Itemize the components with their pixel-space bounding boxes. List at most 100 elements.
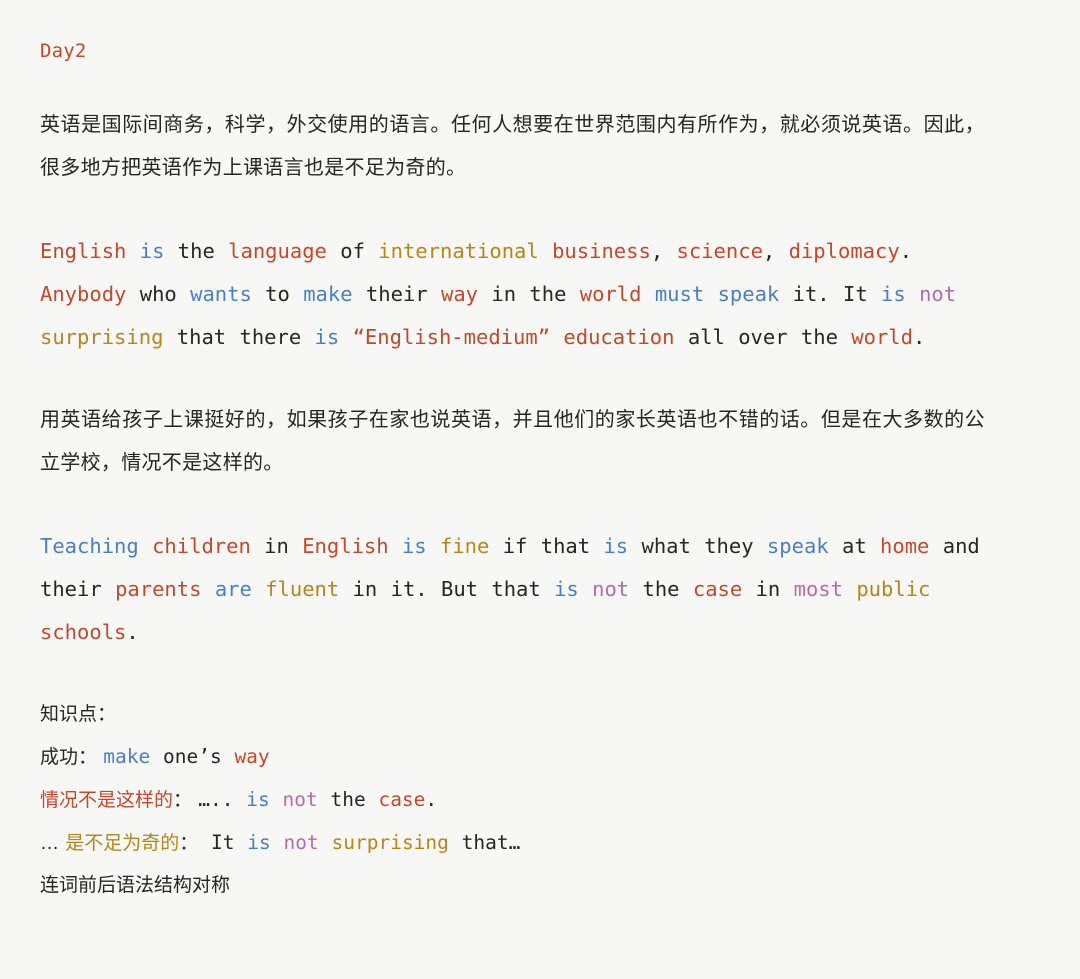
text-token: if that bbox=[489, 534, 604, 558]
text-token: Anybody bbox=[40, 282, 127, 306]
text-token: all over the bbox=[674, 325, 852, 349]
text-token: public bbox=[856, 577, 931, 601]
text-token: in it. But that bbox=[339, 577, 555, 601]
text-token: “English-medium” bbox=[352, 325, 551, 349]
text-token: make bbox=[303, 282, 353, 306]
text-token: English bbox=[40, 239, 127, 263]
knowledge-points-heading: 知识点： bbox=[40, 704, 117, 725]
knowledge-point-item: … 是不足为奇的： It is not surprising that… bbox=[40, 822, 1040, 865]
text-token: ： bbox=[179, 833, 199, 854]
text-token: that… bbox=[448, 831, 521, 854]
text-token: English bbox=[302, 534, 389, 558]
text-token: case bbox=[692, 577, 743, 601]
text-token: the bbox=[629, 577, 693, 601]
text-token: language bbox=[228, 239, 327, 263]
page-title: Day2 bbox=[40, 40, 87, 62]
text-token: world bbox=[579, 282, 642, 306]
text-token: are bbox=[214, 577, 252, 601]
text-token: , bbox=[762, 239, 789, 263]
text-token: international bbox=[378, 239, 539, 263]
text-token: . bbox=[913, 325, 926, 349]
text-token: not bbox=[919, 282, 957, 306]
text-token: children bbox=[152, 534, 251, 558]
text-token: Teaching bbox=[40, 534, 139, 558]
text-token: at bbox=[828, 534, 881, 558]
text-token: in bbox=[742, 577, 794, 601]
text-token: speak bbox=[717, 282, 780, 306]
text-token: of bbox=[326, 239, 379, 263]
english-paragraph-1: English is the language of international… bbox=[40, 230, 985, 359]
text-token: ….. bbox=[198, 788, 234, 811]
text-token: must bbox=[654, 282, 705, 306]
text-token: the bbox=[317, 788, 379, 811]
text-token: is bbox=[881, 282, 906, 306]
knowledge-points-section: 知识点： 成功： make one’s way 情况不是这样的： ….. is … bbox=[40, 694, 1040, 907]
text-token: schools bbox=[40, 620, 127, 644]
text-token: . bbox=[425, 788, 438, 811]
knowledge-point-item: 情况不是这样的： ….. is not the case. bbox=[40, 779, 1040, 822]
text-token: fluent bbox=[265, 577, 340, 601]
text-token: is bbox=[401, 534, 427, 558]
text-token: is bbox=[139, 239, 165, 263]
text-token: what they bbox=[628, 534, 767, 558]
text-token: … bbox=[40, 833, 66, 854]
english-paragraph-2: Teaching children in English is fine if … bbox=[40, 525, 985, 654]
text-token: speak bbox=[766, 534, 829, 558]
text-token: in the bbox=[478, 282, 580, 306]
text-token: is bbox=[314, 325, 340, 349]
text-token: is bbox=[246, 788, 270, 811]
text-token: one’s bbox=[150, 745, 235, 768]
text-token: it. It bbox=[779, 282, 882, 306]
text-token: 是不足为奇的 bbox=[65, 833, 180, 854]
knowledge-points-footer: 连词前后语法结构对称 bbox=[40, 875, 231, 896]
text-token: 情况不是这样的 bbox=[40, 790, 174, 811]
text-token: in bbox=[250, 534, 303, 558]
text-token: their bbox=[352, 282, 441, 306]
text-token: most bbox=[793, 577, 843, 601]
text-token: world bbox=[851, 325, 913, 349]
text-token: education bbox=[563, 325, 675, 349]
text-token: home bbox=[880, 534, 930, 558]
text-token: 成功： bbox=[40, 747, 104, 768]
text-token: , bbox=[650, 239, 677, 263]
text-token: surprising bbox=[331, 831, 449, 854]
text-token: way bbox=[441, 282, 479, 306]
text-token: not bbox=[592, 577, 630, 601]
text-token: the bbox=[164, 239, 229, 263]
text-token: . bbox=[126, 620, 139, 644]
text-token: case bbox=[378, 788, 426, 811]
text-token: is bbox=[247, 831, 271, 854]
text-token: wants bbox=[190, 282, 252, 306]
text-token: . bbox=[899, 239, 913, 263]
text-token: to bbox=[251, 282, 304, 306]
text-token: surprising bbox=[40, 325, 164, 349]
text-token: is bbox=[554, 577, 579, 601]
text-token: that there bbox=[163, 325, 315, 349]
text-token: diplomacy bbox=[788, 239, 900, 263]
text-token: make bbox=[103, 745, 151, 768]
text-token: way bbox=[234, 745, 270, 768]
chinese-paragraph-2: 用英语给孩子上课挺好的，如果孩子在家也说英语，并且他们的家长英语也不错的话。但是… bbox=[40, 409, 985, 474]
text-token: parents bbox=[115, 577, 202, 601]
text-token: not bbox=[282, 788, 318, 811]
text-token: science bbox=[676, 239, 763, 263]
chinese-paragraph-1: 英语是国际间商务，科学，外交使用的语言。任何人想要在世界范围内有所作为，就必须说… bbox=[40, 114, 985, 179]
